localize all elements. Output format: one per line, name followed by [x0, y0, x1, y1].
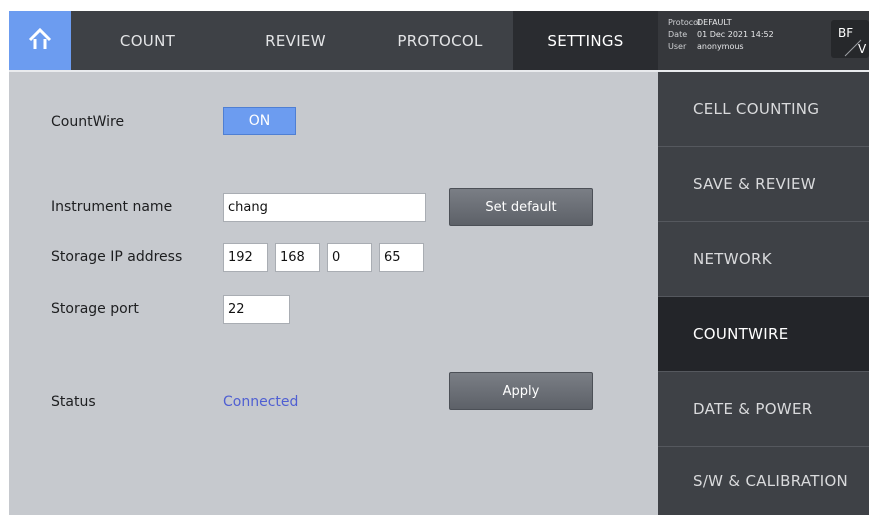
user-info-value: anonymous	[697, 42, 744, 51]
set-default-button[interactable]: Set default	[449, 188, 593, 226]
countwire-settings-panel: CountWire ON Instrument name chang Set d…	[9, 72, 658, 515]
storage-port-field[interactable]: 22	[223, 295, 290, 324]
menu-item-date-power[interactable]: DATE & POWER	[658, 372, 869, 447]
instrument-name-label: Instrument name	[51, 199, 173, 215]
ip-octet-2-field[interactable]: 168	[275, 243, 320, 272]
imaging-mode-button[interactable]: BF V	[831, 20, 869, 58]
menu-item-cell-counting[interactable]: CELL COUNTING	[658, 72, 869, 147]
date-info-label: Date	[668, 30, 688, 39]
home-button[interactable]	[9, 11, 71, 70]
ip-octet-1-field[interactable]: 192	[223, 243, 268, 272]
app-window: COUNT REVIEW PROTOCOL SETTINGS Protocol …	[9, 11, 869, 515]
tab-protocol[interactable]: PROTOCOL	[367, 11, 513, 70]
menu-item-sw-calibration[interactable]: S/W & CALIBRATION	[658, 447, 869, 515]
user-info-label: User	[668, 42, 687, 51]
apply-button[interactable]: Apply	[449, 372, 593, 410]
protocol-info-label: Protocol	[668, 18, 701, 27]
countwire-toggle[interactable]: ON	[223, 107, 296, 135]
menu-item-network[interactable]: NETWORK	[658, 222, 869, 297]
tab-count[interactable]: COUNT	[71, 11, 224, 70]
home-icon	[27, 27, 53, 55]
instrument-name-field[interactable]: chang	[223, 193, 426, 222]
storage-ip-label: Storage IP address	[51, 249, 183, 265]
storage-port-label: Storage port	[51, 301, 139, 317]
mode-bf-label: BF	[838, 26, 854, 40]
ip-octet-3-field[interactable]: 0	[327, 243, 372, 272]
session-info-panel: Protocol DEFAULT Date 01 Dec 2021 14:52 …	[658, 11, 869, 70]
menu-item-countwire[interactable]: COUNTWIRE	[658, 297, 869, 372]
mode-v-label: V	[858, 42, 867, 56]
ip-octet-4-field[interactable]: 65	[379, 243, 424, 272]
tab-settings[interactable]: SETTINGS	[513, 11, 658, 70]
date-info-value: 01 Dec 2021 14:52	[697, 30, 774, 39]
settings-menu: CELL COUNTING SAVE & REVIEW NETWORK COUN…	[658, 72, 869, 515]
countwire-label: CountWire	[51, 114, 125, 130]
protocol-info-value: DEFAULT	[697, 18, 732, 27]
top-bar: COUNT REVIEW PROTOCOL SETTINGS Protocol …	[9, 11, 869, 70]
tab-review[interactable]: REVIEW	[224, 11, 367, 70]
connection-status-value: Connected	[223, 394, 299, 410]
menu-item-save-review[interactable]: SAVE & REVIEW	[658, 147, 869, 222]
status-label: Status	[51, 394, 96, 410]
